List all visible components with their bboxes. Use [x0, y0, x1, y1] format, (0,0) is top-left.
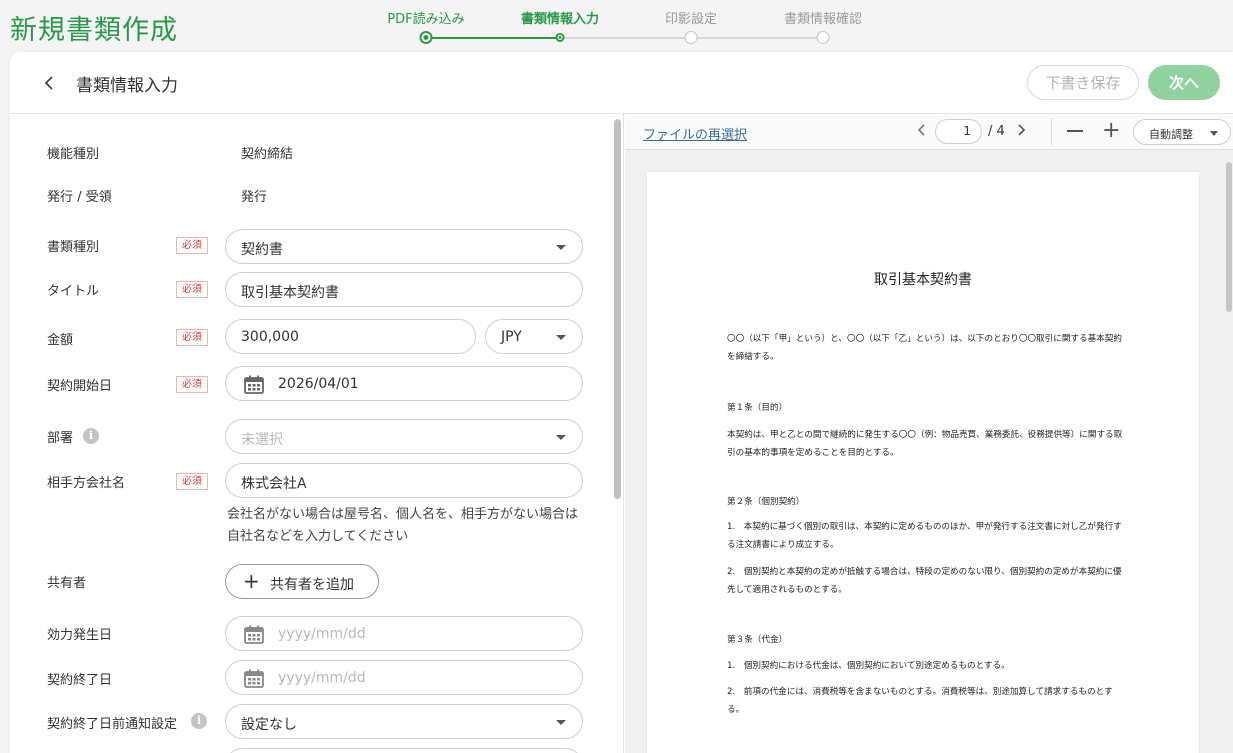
reselect-file-link[interactable]: ファイルの再選択: [643, 124, 747, 143]
save-draft-button[interactable]: 下書き保存: [1027, 65, 1139, 100]
document-paragraph: 1. 本契約に基づく個別の取引は、本契約に定めるもののほか、甲が発行する注文書に…: [727, 522, 1122, 550]
document-title: 取引基本契約書: [874, 272, 972, 288]
document-paragraph: 〇〇（以下「甲」という）と、〇〇（以下「乙」という）は、以下のとおり〇〇取引に関…: [727, 334, 1122, 362]
calendar-icon: [244, 375, 264, 394]
amount-input[interactable]: 300,000: [225, 319, 476, 354]
contract-end-label: 契約終了日: [47, 673, 113, 688]
info-icon[interactable]: i: [83, 428, 99, 444]
add-sharer-label: 共有者を追加: [270, 577, 354, 593]
contract-start-label: 契約開始日: [47, 379, 113, 394]
required-badge: 必須: [176, 237, 208, 254]
sharer-label: 共有者: [47, 576, 87, 591]
calendar-icon: [244, 625, 264, 644]
contract-end-placeholder: yyyy/mm/dd: [278, 670, 366, 686]
pdf-viewer: ファイルの再選択 1 / 4 + 自動調整 取引基本契約書 〇〇（以下「甲」とい…: [625, 114, 1233, 753]
required-badge: 必須: [176, 473, 208, 490]
counterparty-label: 相手方会社名: [47, 476, 126, 491]
counterparty-value: 株式会社A: [241, 476, 307, 492]
next-field-partial[interactable]: [225, 748, 583, 753]
contract-end-date-input[interactable]: yyyy/mm/dd: [225, 660, 583, 695]
chevron-left-icon: [44, 76, 53, 90]
counterparty-help-text: 会社名がない場合は屋号名、個人名を、相手方がない場合は自社名などを入力してくださ…: [227, 507, 579, 544]
required-badge: 必須: [176, 281, 208, 298]
step-done-dot: [419, 31, 433, 44]
end-notice-select[interactable]: 設定なし: [225, 704, 583, 739]
title-input[interactable]: 取引基本契約書: [225, 272, 583, 307]
progress-stepper: PDF読み込み 書類情報入力 印影設定 書類情報確認: [380, 0, 900, 50]
next-page-icon[interactable]: [1014, 122, 1028, 142]
card-header: 書類情報入力 下書き保存 次へ: [10, 52, 1233, 114]
viewer-toolbar: ファイルの再選択 1 / 4 + 自動調整: [625, 114, 1233, 150]
document-type-label: 書類種別: [47, 240, 100, 255]
effective-date-input[interactable]: yyyy/mm/dd: [225, 616, 583, 651]
document-type-value: 契約書: [241, 242, 283, 258]
contract-start-date-input[interactable]: 2026/04/01: [225, 366, 583, 401]
title-value: 取引基本契約書: [241, 285, 339, 301]
effective-date-placeholder: yyyy/mm/dd: [278, 626, 366, 642]
prev-page-icon[interactable]: [915, 122, 929, 142]
document-paragraph: 2. 前項の代金には、消費税等を含まないものとする。消費税等は、別途加算して請求…: [727, 687, 1113, 715]
function-type-value: 契約締結: [241, 147, 294, 162]
function-type-label: 機能種別: [47, 147, 100, 162]
stepper-line-done: [426, 37, 560, 39]
required-badge: 必須: [176, 376, 208, 393]
pdf-page: 取引基本契約書 〇〇（以下「甲」という）と、〇〇（以下「乙」という）は、以下のと…: [647, 172, 1199, 753]
counterparty-input[interactable]: 株式会社A: [225, 463, 583, 498]
title-label: タイトル: [47, 284, 100, 299]
info-icon[interactable]: i: [191, 713, 207, 729]
required-badge: 必須: [176, 329, 208, 346]
contract-start-value: 2026/04/01: [278, 376, 359, 392]
caret-down-icon: [556, 720, 566, 725]
caret-down-icon: [1210, 131, 1218, 136]
main-card: 書類情報入力 下書き保存 次へ 機能種別 契約締結 発行 / 受領 発行 書類種…: [10, 52, 1233, 753]
back-button[interactable]: [40, 72, 60, 94]
document-paragraph: 本契約は、甲と乙との間で継続的に発生する〇〇（例：物品売買、業務委託、役務提供等…: [727, 430, 1123, 458]
department-placeholder: 未選択: [241, 432, 283, 448]
form-scrollbar[interactable]: [614, 119, 621, 499]
toolbar-divider: [1051, 118, 1052, 146]
zoom-value: 自動調整: [1149, 128, 1193, 141]
next-button[interactable]: 次へ: [1148, 65, 1220, 100]
issue-receive-value: 発行: [241, 190, 268, 205]
department-label: 部署: [47, 431, 74, 446]
end-notice-value: 設定なし: [241, 717, 297, 733]
zoom-select[interactable]: 自動調整: [1133, 119, 1231, 145]
viewer-scrollbar[interactable]: [1226, 162, 1232, 312]
add-sharer-button[interactable]: + 共有者を追加: [225, 564, 379, 599]
department-select[interactable]: 未選択: [225, 419, 583, 454]
amount-value: 300,000: [241, 329, 299, 345]
step-confirm: 書類情報確認: [783, 12, 863, 27]
caret-down-icon: [556, 335, 566, 340]
document-type-select[interactable]: 契約書: [225, 229, 583, 264]
step-todo-dot: [816, 31, 830, 44]
calendar-icon: [244, 669, 264, 688]
step-active-dot: [555, 33, 565, 42]
step-seal-setting: 印影設定: [664, 12, 718, 27]
step-todo-dot: [684, 31, 698, 44]
app-title: 新規書類作成: [10, 15, 178, 46]
zoom-in-icon[interactable]: +: [1102, 120, 1120, 142]
zoom-out-icon[interactable]: [1067, 130, 1083, 132]
plus-icon: +: [243, 569, 260, 593]
document-paragraph: 1. 個別契約における代金は、個別契約において別途定めるものとする。: [727, 661, 1010, 671]
issue-receive-label: 発行 / 受領: [47, 190, 112, 205]
end-notice-label: 契約終了日前通知設定: [47, 717, 178, 732]
page-total: / 4: [988, 124, 1005, 139]
currency-value: JPY: [501, 329, 522, 345]
step-document-info: 書類情報入力: [520, 12, 600, 27]
document-paragraph: 2. 個別契約と本契約の定めが抵触する場合は、特段の定めのない限り、個別契約の定…: [727, 567, 1122, 595]
document-info-form: 機能種別 契約締結 発行 / 受領 発行 書類種別 必須 契約書 タイトル 必須…: [10, 114, 624, 753]
page-title: 書類情報入力: [76, 76, 178, 96]
effective-date-label: 効力発生日: [47, 628, 113, 643]
page-number-input[interactable]: 1: [935, 119, 982, 144]
document-heading: 第３条（代金）: [727, 635, 788, 645]
document-heading: 第１条（目的）: [727, 403, 788, 413]
amount-label: 金額: [47, 333, 74, 348]
document-heading: 第２条（個別契約）: [727, 497, 805, 507]
currency-select[interactable]: JPY: [485, 319, 583, 354]
caret-down-icon: [556, 245, 566, 250]
caret-down-icon: [556, 435, 566, 440]
step-pdf-load: PDF読み込み: [387, 12, 465, 27]
